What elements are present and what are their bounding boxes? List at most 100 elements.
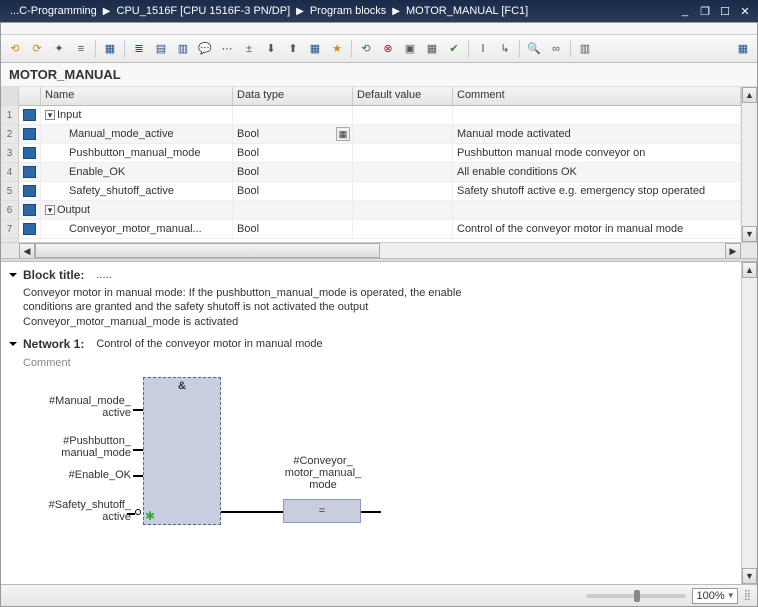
input-label[interactable]: #Manual_mode_active [31,395,131,419]
param-type-cell[interactable] [233,201,353,219]
collapse-toggle-icon[interactable] [9,342,17,350]
table-row[interactable]: Pushbutton_manual_mode Bool Pushbutton man… [19,144,741,163]
param-comment-cell[interactable]: Control of the conveyor motor in manual … [453,220,741,238]
tool-icon[interactable]: ▦ [100,39,120,59]
row-number[interactable]: 7 [1,220,18,239]
row-number[interactable]: 6 [1,201,18,220]
param-comment-cell[interactable]: Pushbutton manual mode conveyor on [453,144,741,162]
breadcrumb-item[interactable]: MOTOR_MANUAL [FC1] [400,5,534,17]
go-online-icon[interactable]: ⟲ [356,39,376,59]
tool-icon[interactable]: ✦ [49,39,69,59]
param-type-cell[interactable]: Bool [233,144,353,162]
comment-icon[interactable]: 💬 [195,39,215,59]
tool-icon[interactable]: ⟲ [5,39,25,59]
scroll-thumb[interactable] [35,243,380,258]
param-type-cell[interactable]: Bool [233,163,353,181]
param-comment-cell[interactable]: Manual mode activated [453,125,741,143]
input-label[interactable]: #Enable_OK [31,469,131,481]
param-default-cell[interactable] [353,201,453,219]
horizontal-scrollbar[interactable]: ◀ ▶ [1,242,757,258]
type-picker-button[interactable]: ▦ [336,127,350,141]
tool-icon[interactable]: ▥ [575,39,595,59]
favorite-icon[interactable]: ★ [327,39,347,59]
download-icon[interactable]: ⬇ [261,39,281,59]
param-type-cell[interactable]: Bool [233,220,353,238]
row-number[interactable]: 4 [1,163,18,182]
tool-icon[interactable]: ▤ [151,39,171,59]
tool-icon[interactable]: ≡ [71,39,91,59]
and-gate-block[interactable]: & [143,377,221,525]
block-title-section[interactable]: Block title: ..... [9,266,733,284]
tool-icon[interactable]: ▣ [400,39,420,59]
collapse-toggle-icon[interactable] [9,273,17,281]
restore-button[interactable]: ❐ [696,3,714,19]
col-header-name[interactable]: Name [41,87,233,105]
negation-dot[interactable] [135,509,141,515]
param-name[interactable]: Manual_mode_active [69,128,174,140]
tool-icon[interactable]: ⟳ [27,39,47,59]
param-default-cell[interactable] [353,163,453,181]
breadcrumb-item[interactable]: CPU_1516F [CPU 1516F-3 PN/DP] [111,5,297,17]
tool-icon[interactable]: ≣ [129,39,149,59]
param-type-cell[interactable]: Bool▦ [233,125,353,143]
table-row[interactable]: Manual_mode_active Bool▦ Manual mode activ… [19,125,741,144]
close-button[interactable]: ✕ [736,3,754,19]
table-row[interactable]: Safety_shutoff_active Bool Safety shutoff … [19,182,741,201]
network-comment-field[interactable]: Comment [9,353,733,377]
tool-icon[interactable]: ▦ [422,39,442,59]
breadcrumb-item[interactable]: Program blocks [304,5,392,17]
param-comment-cell[interactable]: Safety shutoff active e.g. emergency sto… [453,182,741,200]
col-header-comment[interactable]: Comment [453,87,741,105]
tool-icon[interactable]: Ⅰ [473,39,493,59]
param-comment-cell[interactable] [453,201,741,219]
properties-icon[interactable]: ▦ [733,39,753,59]
row-number[interactable]: 3 [1,144,18,163]
zoom-thumb[interactable] [634,590,640,602]
param-type-cell[interactable]: Bool [233,182,353,200]
table-row[interactable]: Enable_OKBoolAll enable conditions OK [19,163,741,182]
param-default-cell[interactable] [353,106,453,124]
table-row[interactable]: ▾ Input [19,106,741,125]
col-header-default[interactable]: Default value [353,87,453,105]
tree-toggle[interactable]: ▾ [45,205,55,215]
upload-icon[interactable]: ⬆ [283,39,303,59]
network-title[interactable]: Control of the conveyor motor in manual … [96,338,322,350]
fbd-diagram[interactable]: & #Manual_mode_active #Pushbutton_manual… [23,377,733,547]
tool-icon[interactable]: ✔ [444,39,464,59]
breadcrumb-item[interactable]: ...C-Programming [4,5,103,17]
input-label[interactable]: #Safety_shutoff_active [31,499,131,523]
col-header-type[interactable]: Data type [233,87,353,105]
tool-icon[interactable]: ± [239,39,259,59]
network-header[interactable]: Network 1: Control of the conveyor motor… [9,335,733,353]
param-default-cell[interactable] [353,182,453,200]
param-name[interactable]: Pushbutton_manual_mode [69,147,200,159]
block-title-text[interactable]: ..... [96,269,111,281]
tool-icon[interactable]: ⋯ [217,39,237,59]
scroll-right-button[interactable]: ▶ [725,243,741,259]
search-icon[interactable]: 🔍 [524,39,544,59]
param-name[interactable]: Safety_shutoff_active [69,185,174,197]
output-label[interactable]: #Conveyor_motor_manual_mode [273,455,373,491]
input-label[interactable]: #Pushbutton_manual_mode [31,435,131,459]
assign-block[interactable]: = [283,499,361,523]
param-default-cell[interactable] [353,220,453,238]
table-row[interactable]: Conveyor_motor_manual...BoolControl of t… [19,220,741,239]
scroll-up-button[interactable]: ▲ [742,262,757,278]
param-name[interactable]: Enable_OK [69,166,125,178]
table-row[interactable]: ▾ Output [19,201,741,220]
scroll-left-button[interactable]: ◀ [19,243,35,259]
zoom-slider[interactable] [586,594,686,598]
zoom-dropdown[interactable]: 100% [692,588,738,604]
row-number[interactable]: 1 [1,106,18,125]
vertical-scrollbar[interactable]: ▲ ▼ [741,87,757,242]
scroll-up-button[interactable]: ▲ [742,87,757,103]
row-number[interactable]: 2 [1,125,18,144]
tool-icon[interactable]: ▥ [173,39,193,59]
tree-toggle[interactable]: ▾ [45,110,55,120]
param-default-cell[interactable] [353,125,453,143]
scroll-down-button[interactable]: ▼ [742,226,757,242]
scroll-down-button[interactable]: ▼ [742,568,757,584]
link-icon[interactable]: ∞ [546,39,566,59]
go-offline-icon[interactable]: ⊗ [378,39,398,59]
param-comment-cell[interactable] [453,106,741,124]
